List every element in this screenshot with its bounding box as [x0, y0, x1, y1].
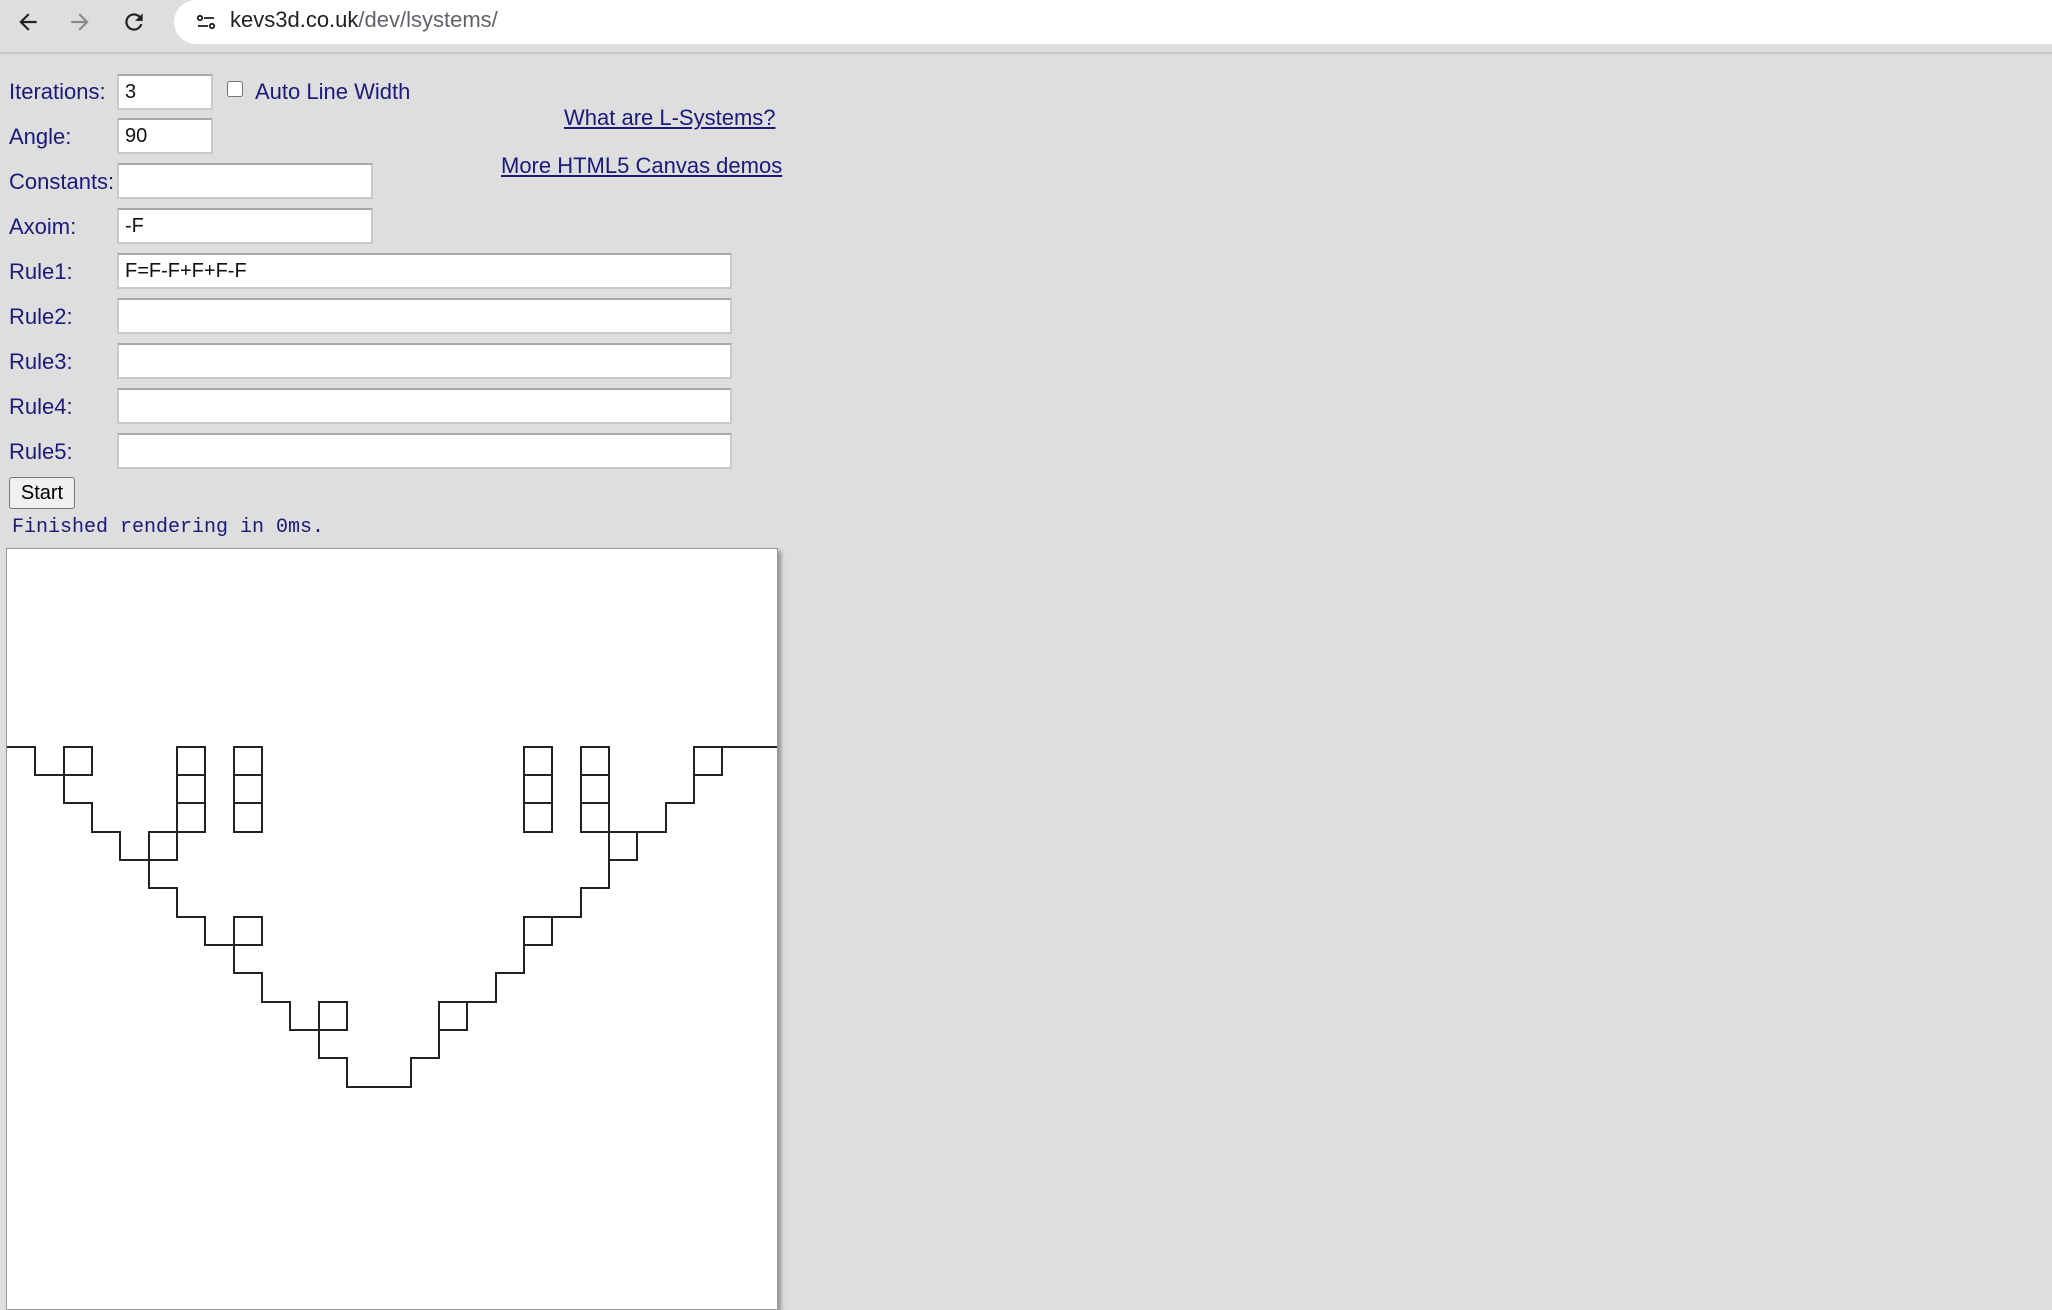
- auto-line-width-label: Auto Line Width: [255, 79, 411, 104]
- address-bar[interactable]: kevs3d.co.uk/dev/lsystems/: [174, 0, 2052, 44]
- url-path: /dev/lsystems/: [358, 7, 498, 32]
- iterations-label: Iterations:: [9, 79, 106, 104]
- url-host: kevs3d.co.uk: [230, 7, 359, 32]
- reload-icon[interactable]: [112, 0, 156, 44]
- axiom-label: Axoim:: [9, 214, 77, 239]
- more-canvas-demos-link[interactable]: More HTML5 Canvas demos: [501, 153, 782, 179]
- fractal-box: [693, 746, 723, 776]
- fractal-box: [176, 802, 206, 833]
- rule2-input[interactable]: [117, 298, 732, 334]
- constants-input[interactable]: [117, 163, 373, 199]
- what-are-lsystems-link[interactable]: What are L-Systems?: [564, 105, 776, 131]
- fractal-box: [176, 746, 206, 776]
- browser-toolbar: kevs3d.co.uk/dev/lsystems/: [0, 0, 2052, 54]
- rule4-label: Rule4:: [9, 394, 73, 419]
- angle-label: Angle:: [9, 124, 72, 149]
- fractal-box: [523, 774, 553, 804]
- fractal-box: [63, 746, 93, 776]
- fractal-path-left: [7, 746, 384, 1088]
- fractal-box: [523, 746, 553, 776]
- fractal-box: [580, 746, 610, 776]
- fractal-box: [176, 774, 206, 804]
- lsystem-drawing: [7, 746, 777, 1088]
- auto-line-width-checkbox[interactable]: [227, 81, 243, 97]
- page-content: Iterations: Auto Line Width Angle: What …: [0, 54, 2052, 1310]
- fractal-box: [148, 831, 178, 861]
- rule5-label: Rule5:: [9, 439, 73, 464]
- fractal-box: [580, 802, 610, 833]
- fractal-box: [233, 802, 263, 833]
- forward-arrow-icon[interactable]: [58, 0, 102, 44]
- iterations-input[interactable]: [117, 74, 213, 110]
- site-info-icon[interactable]: [186, 2, 226, 42]
- rule4-input[interactable]: [117, 388, 732, 424]
- fractal-box: [523, 916, 553, 946]
- lsystem-canvas[interactable]: [6, 548, 778, 1310]
- rule5-input[interactable]: [117, 433, 732, 469]
- constants-label: Constants:: [9, 169, 115, 194]
- render-status: Finished rendering in 0ms.: [12, 516, 325, 539]
- back-arrow-icon[interactable]: [6, 0, 50, 44]
- rule3-input[interactable]: [117, 343, 732, 379]
- rule3-label: Rule3:: [9, 349, 73, 374]
- fractal-box: [438, 1001, 468, 1031]
- rule1-input[interactable]: [117, 253, 732, 289]
- angle-input[interactable]: [117, 118, 213, 154]
- rule1-label: Rule1:: [9, 259, 73, 284]
- fractal-box: [318, 1001, 348, 1031]
- fractal-box: [233, 916, 263, 946]
- fractal-box: [523, 802, 553, 833]
- fractal-box: [580, 774, 610, 804]
- url-text: kevs3d.co.uk/dev/lsystems/: [230, 7, 498, 33]
- start-button[interactable]: Start: [9, 477, 75, 509]
- fractal-box: [608, 831, 638, 861]
- axiom-input[interactable]: [117, 208, 373, 244]
- fractal-box: [233, 774, 263, 804]
- rule2-label: Rule2:: [9, 304, 73, 329]
- fractal-box: [233, 746, 263, 776]
